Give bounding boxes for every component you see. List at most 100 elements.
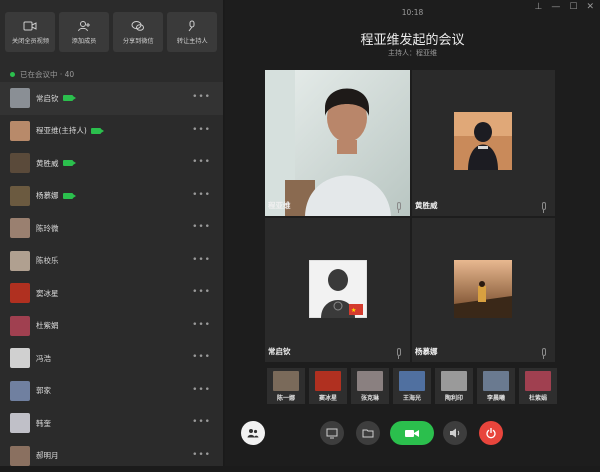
- control-bar: [225, 421, 600, 455]
- camera-on-icon: [63, 160, 73, 166]
- avatar: [10, 381, 30, 401]
- tile-name: 杨慕娜: [415, 346, 438, 357]
- add-member-label: 添加成员: [72, 35, 97, 45]
- avatar: [10, 348, 30, 368]
- more-options-icon[interactable]: •••: [192, 255, 211, 265]
- avatar: [10, 316, 30, 336]
- meeting-title: 程亚维发起的会议: [225, 29, 600, 48]
- avatar: [10, 251, 30, 271]
- thumbnail-avatar: [315, 371, 341, 391]
- participant-thumbnail[interactable]: 王海光: [393, 368, 431, 404]
- participant-thumbnail[interactable]: 陈一娜: [267, 368, 305, 404]
- member-row[interactable]: 陈玲微•••: [0, 212, 223, 245]
- video-tile[interactable]: 黄胜威: [412, 70, 555, 216]
- member-name: 窦冰星: [36, 288, 59, 299]
- close-icon[interactable]: ✕: [586, 2, 594, 12]
- add-member-button[interactable]: 添加成员: [59, 12, 109, 52]
- member-row[interactable]: 郭家•••: [0, 375, 223, 408]
- participant-thumbnail[interactable]: 杜紫娟: [519, 368, 557, 404]
- video-camera-icon: [404, 427, 420, 439]
- more-options-icon[interactable]: •••: [192, 385, 211, 395]
- member-row[interactable]: 冯浩 •••: [0, 342, 223, 375]
- member-row[interactable]: 陈校乐 •••: [0, 245, 223, 278]
- member-row[interactable]: 杨慕娜 •••: [0, 180, 223, 213]
- mic-icon: [542, 348, 546, 356]
- camera-toggle-button[interactable]: [390, 421, 434, 445]
- share-wechat-button[interactable]: 分享到微信: [113, 12, 163, 52]
- power-icon: [485, 427, 497, 439]
- members-button[interactable]: [241, 421, 265, 445]
- file-share-button[interactable]: [356, 421, 380, 445]
- video-tile-host[interactable]: 程亚维: [265, 70, 410, 216]
- member-name: 程亚维(主持人): [36, 125, 87, 136]
- more-options-icon[interactable]: •••: [192, 157, 211, 167]
- member-row[interactable]: 韩奎 •••: [0, 407, 223, 440]
- wechat-icon: [131, 20, 145, 32]
- thumbnail-name: 张克琳: [351, 393, 389, 402]
- member-name: 杨慕娜: [36, 190, 59, 201]
- add-user-icon: [77, 20, 91, 32]
- participant-thumbnail[interactable]: 李晨曦: [477, 368, 515, 404]
- video-tile[interactable]: ★ 常启钦: [265, 218, 410, 362]
- online-dot-icon: [10, 72, 15, 77]
- video-tile[interactable]: 杨慕娜: [412, 218, 555, 362]
- speaker-icon: [449, 427, 461, 439]
- more-options-icon[interactable]: •••: [192, 125, 211, 135]
- more-options-icon[interactable]: •••: [192, 190, 211, 200]
- screen-share-icon: [326, 427, 338, 439]
- more-options-icon[interactable]: •••: [192, 417, 211, 427]
- member-name: 郝明月: [36, 450, 59, 461]
- avatar: [10, 88, 30, 108]
- thumbnail-name: 王海光: [393, 393, 431, 402]
- tile-name: 黄胜威: [415, 200, 438, 211]
- more-options-icon[interactable]: •••: [192, 287, 211, 297]
- more-options-icon[interactable]: •••: [192, 92, 211, 102]
- maximize-icon[interactable]: ☐: [569, 2, 577, 12]
- member-row[interactable]: 窦冰星 •••: [0, 277, 223, 310]
- speaker-button[interactable]: [443, 421, 467, 445]
- members-icon: [247, 427, 259, 439]
- participant-avatar: [454, 260, 512, 318]
- member-row[interactable]: 程亚维(主持人) •••: [0, 115, 223, 148]
- mic-icon: [542, 202, 546, 210]
- avatar: [10, 283, 30, 303]
- end-meeting-button[interactable]: [479, 421, 503, 445]
- minimize-icon[interactable]: —: [551, 2, 560, 12]
- member-name: 陈校乐: [36, 255, 59, 266]
- member-row[interactable]: 郝明月 •••: [0, 440, 223, 472]
- thumbnail-avatar: [525, 371, 551, 391]
- thumbnail-name: 杜紫娟: [519, 393, 557, 402]
- avatar: [10, 186, 30, 206]
- participant-thumbnail[interactable]: 陶利印: [435, 368, 473, 404]
- member-name: 冯浩: [36, 353, 51, 364]
- camera-on-icon: [63, 95, 73, 101]
- transfer-host-button[interactable]: 转让主持人: [167, 12, 217, 52]
- participant-avatar: ★: [309, 260, 367, 318]
- member-row[interactable]: 常启钦•••: [0, 82, 223, 115]
- mute-all-video-button[interactable]: 关闭全员视频: [5, 12, 55, 52]
- mic-icon: [397, 202, 401, 210]
- screen-share-button[interactable]: [320, 421, 344, 445]
- mute-all-video-label: 关闭全员视频: [11, 35, 48, 45]
- participant-thumbnail[interactable]: 张克琳: [351, 368, 389, 404]
- avatar: [10, 218, 30, 238]
- meeting-status: 已在会议中 · 40: [0, 58, 223, 82]
- member-row[interactable]: 杜紫娟•••: [0, 310, 223, 343]
- window-controls: ⊥ — ☐ ✕: [535, 2, 594, 12]
- avatar: [10, 153, 30, 173]
- more-options-icon[interactable]: •••: [192, 320, 211, 330]
- member-row[interactable]: 黄胜威 •••: [0, 147, 223, 180]
- more-options-icon[interactable]: •••: [192, 352, 211, 362]
- member-name: 韩奎: [36, 418, 51, 429]
- member-name: 黄胜威: [36, 158, 59, 169]
- more-options-icon[interactable]: •••: [192, 222, 211, 232]
- thumbnail-avatar: [441, 371, 467, 391]
- thumbnail-avatar: [399, 371, 425, 391]
- pin-icon[interactable]: ⊥: [535, 2, 543, 12]
- meeting-host: 主持人：程亚维: [225, 48, 600, 58]
- mic-icon: [185, 20, 199, 32]
- participant-thumbnail[interactable]: 窦冰星: [309, 368, 347, 404]
- sidebar-toolbar: 关闭全员视频 添加成员 分享到微信 转让主持人: [0, 0, 223, 58]
- tile-name: 常启钦: [268, 346, 291, 357]
- more-options-icon[interactable]: •••: [192, 450, 211, 460]
